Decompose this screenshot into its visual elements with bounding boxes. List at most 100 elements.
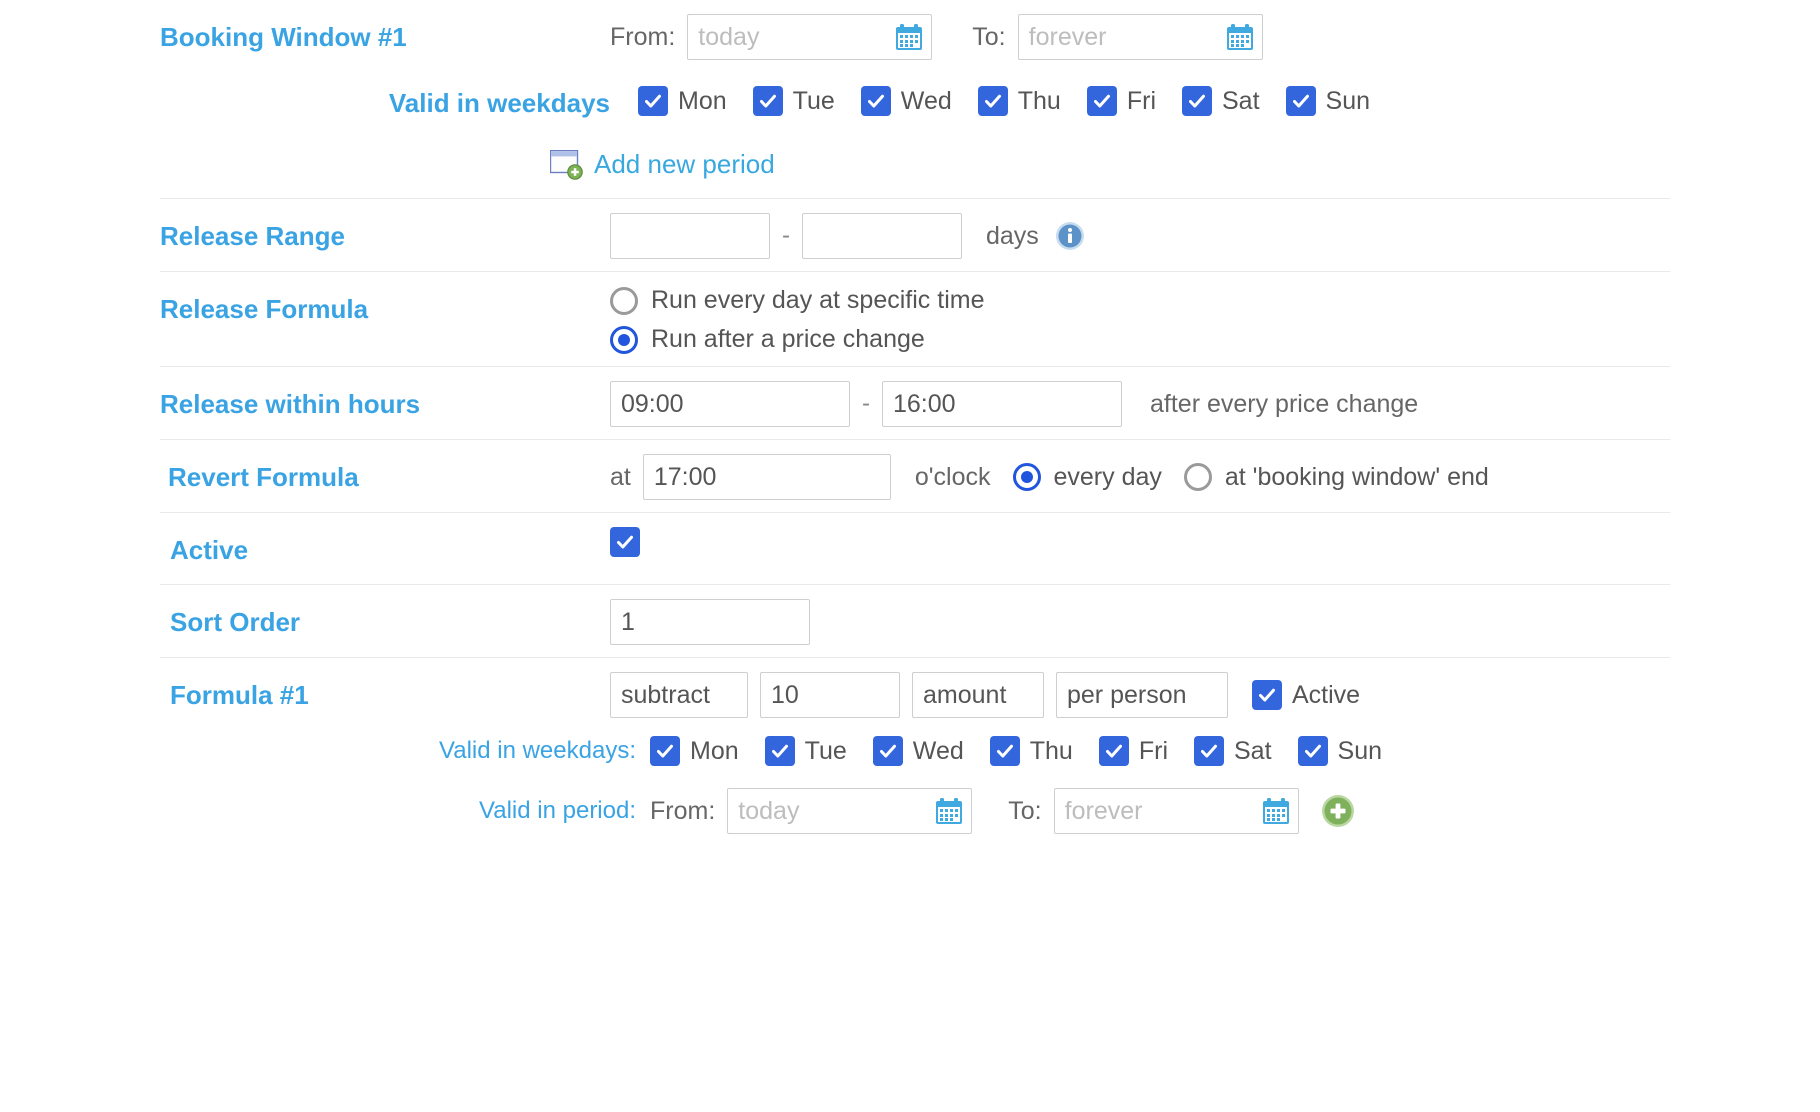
radio-icon[interactable] xyxy=(1183,463,1212,491)
weekday-checkbox-sun[interactable]: Sun xyxy=(1285,86,1370,116)
calendar-icon[interactable] xyxy=(1262,797,1290,825)
booking-rule-form-page: Booking Window #1 From: today To: foreve… xyxy=(0,0,1820,1112)
check-icon[interactable] xyxy=(1086,86,1117,116)
formula-amount-input[interactable] xyxy=(760,672,900,718)
formula-period-row: Valid in period: From: today To: forever xyxy=(470,788,1530,834)
radio-icon[interactable] xyxy=(610,286,638,315)
active-checkbox[interactable] xyxy=(610,527,640,557)
add-new-period-row: Add new period xyxy=(160,137,1670,199)
formula-operation-input[interactable] xyxy=(610,672,748,718)
release-range-title: Release Range xyxy=(160,221,345,251)
formula-period-label: Valid in period: xyxy=(479,797,636,824)
booking-window-dates: From: today To: forever xyxy=(610,0,1670,72)
radio-booking-window-end[interactable]: at 'booking window' end xyxy=(1183,462,1489,492)
weekday-label: Wed xyxy=(912,736,964,765)
release-range-to-input[interactable] xyxy=(802,213,962,259)
formula-from-label: From: xyxy=(650,796,716,825)
active-row: Active xyxy=(160,513,1670,585)
release-range-row: Release Range - days xyxy=(160,199,1670,272)
formula-title: Formula #1 xyxy=(170,680,309,710)
check-icon[interactable] xyxy=(1182,86,1212,116)
formula-active-label: Active xyxy=(1292,680,1361,709)
formula-weekday-checkbox-mon[interactable]: Mon xyxy=(650,736,739,766)
weekday-checkbox-wed[interactable]: Wed xyxy=(860,86,952,116)
sort-order-title: Sort Order xyxy=(170,607,301,637)
formula-fields: Active Valid in weekdays: Mon Tue Wed xyxy=(439,658,1670,846)
sort-order-input[interactable] xyxy=(610,599,810,645)
calendar-icon[interactable] xyxy=(935,797,963,825)
formula-weekday-checkbox-thu[interactable]: Thu xyxy=(989,736,1073,766)
release-range-from-input[interactable] xyxy=(610,213,770,259)
check-icon[interactable] xyxy=(977,86,1008,116)
weekday-checkbox-thu[interactable]: Thu xyxy=(977,86,1061,116)
check-icon[interactable] xyxy=(764,736,795,766)
active-title: Active xyxy=(170,535,249,565)
formula-from-wrap xyxy=(727,788,973,834)
booking-window-weekdays-label: Valid in weekdays xyxy=(388,88,610,118)
weekday-label: Mon xyxy=(678,86,727,115)
weekday-checkbox-sat[interactable]: Sat xyxy=(1182,86,1260,116)
check-icon[interactable] xyxy=(752,86,783,116)
check-icon[interactable] xyxy=(1285,86,1316,116)
booking-window-to-wrap xyxy=(1017,14,1263,60)
radio-label: at 'booking window' end xyxy=(1224,462,1489,491)
booking-window-weekday-checkboxes: Mon Tue Wed Thu Fri Sat Sun xyxy=(610,72,1670,128)
formula-weekday-checkbox-sat[interactable]: Sat xyxy=(1194,736,1272,766)
formula-amount-type-input[interactable] xyxy=(912,672,1044,718)
calendar-icon[interactable] xyxy=(1226,23,1254,51)
booking-rule-form: Booking Window #1 From: today To: foreve… xyxy=(160,0,1670,846)
release-hours-to-input[interactable] xyxy=(882,381,1122,427)
booking-window-title: Booking Window #1 xyxy=(160,22,407,52)
release-hours-from-input[interactable] xyxy=(610,381,850,427)
release-formula-title: Release Formula xyxy=(160,294,369,324)
check-icon[interactable] xyxy=(989,736,1020,766)
weekday-label: Thu xyxy=(1029,736,1073,765)
check-icon[interactable] xyxy=(650,736,680,766)
revert-formula-row: Revert Formula at o'clock every day at '… xyxy=(160,440,1670,513)
formula-weekday-checkbox-fri[interactable]: Fri xyxy=(1098,736,1168,766)
formula-weekday-checkbox-wed[interactable]: Wed xyxy=(872,736,964,766)
check-icon[interactable] xyxy=(638,86,668,116)
revert-time-input[interactable] xyxy=(642,454,891,500)
weekday-label: Sat xyxy=(1222,86,1260,115)
weekday-label: Wed xyxy=(900,86,952,115)
revert-formula-fields: at o'clock every day at 'booking window'… xyxy=(610,440,1670,512)
add-new-period-button[interactable]: Add new period xyxy=(549,149,775,180)
formula-weekdays-label: Valid in weekdays: xyxy=(439,737,636,764)
from-label: From: xyxy=(610,22,676,51)
formula-scope-input[interactable] xyxy=(1056,672,1228,718)
booking-window-row: Booking Window #1 From: today To: foreve… xyxy=(160,0,1670,72)
weekday-checkbox-mon[interactable]: Mon xyxy=(638,86,727,116)
add-new-period-label: Add new period xyxy=(594,149,775,179)
add-formula-period-button[interactable] xyxy=(1321,794,1355,828)
booking-window-weekdays-row: Valid in weekdays Mon Tue Wed Thu Fri Sa… xyxy=(160,72,1670,137)
booking-window-from-wrap xyxy=(687,14,933,60)
check-icon[interactable] xyxy=(860,86,891,116)
radio-icon-selected[interactable] xyxy=(610,325,638,354)
check-icon[interactable] xyxy=(1297,736,1328,766)
formula-weekdays-row: Valid in weekdays: Mon Tue Wed Thu Fri S… xyxy=(415,736,1475,766)
weekday-checkbox-tue[interactable]: Tue xyxy=(752,86,835,116)
check-icon[interactable] xyxy=(1194,736,1224,766)
formula-to-label: To: xyxy=(1008,796,1042,825)
check-icon[interactable] xyxy=(872,736,903,766)
hours-dash: - xyxy=(862,390,870,417)
check-icon[interactable] xyxy=(1098,736,1129,766)
formula-active-checkbox[interactable] xyxy=(1252,680,1282,710)
calendar-icon[interactable] xyxy=(895,23,923,51)
formula-weekday-checkbox-sun[interactable]: Sun xyxy=(1297,736,1382,766)
radio-every-day[interactable]: every day xyxy=(1012,463,1162,492)
radio-run-every-day[interactable]: Run every day at specific time xyxy=(610,286,984,315)
release-range-fields: - days xyxy=(610,199,1670,271)
range-dash: - xyxy=(782,222,790,249)
weekday-checkbox-fri[interactable]: Fri xyxy=(1086,86,1156,116)
weekday-label: Mon xyxy=(690,736,739,765)
revert-formula-title: Revert Formula xyxy=(168,462,359,492)
formula-weekday-checkbox-tue[interactable]: Tue xyxy=(764,736,847,766)
weekday-label: Tue xyxy=(792,86,835,115)
radio-icon-selected[interactable] xyxy=(1012,463,1041,491)
info-icon[interactable] xyxy=(1055,221,1085,251)
oclock-label: o'clock xyxy=(914,462,991,491)
formula-operation-row: Active xyxy=(610,672,1670,718)
radio-run-after-price-change[interactable]: Run after a price change xyxy=(610,325,984,354)
